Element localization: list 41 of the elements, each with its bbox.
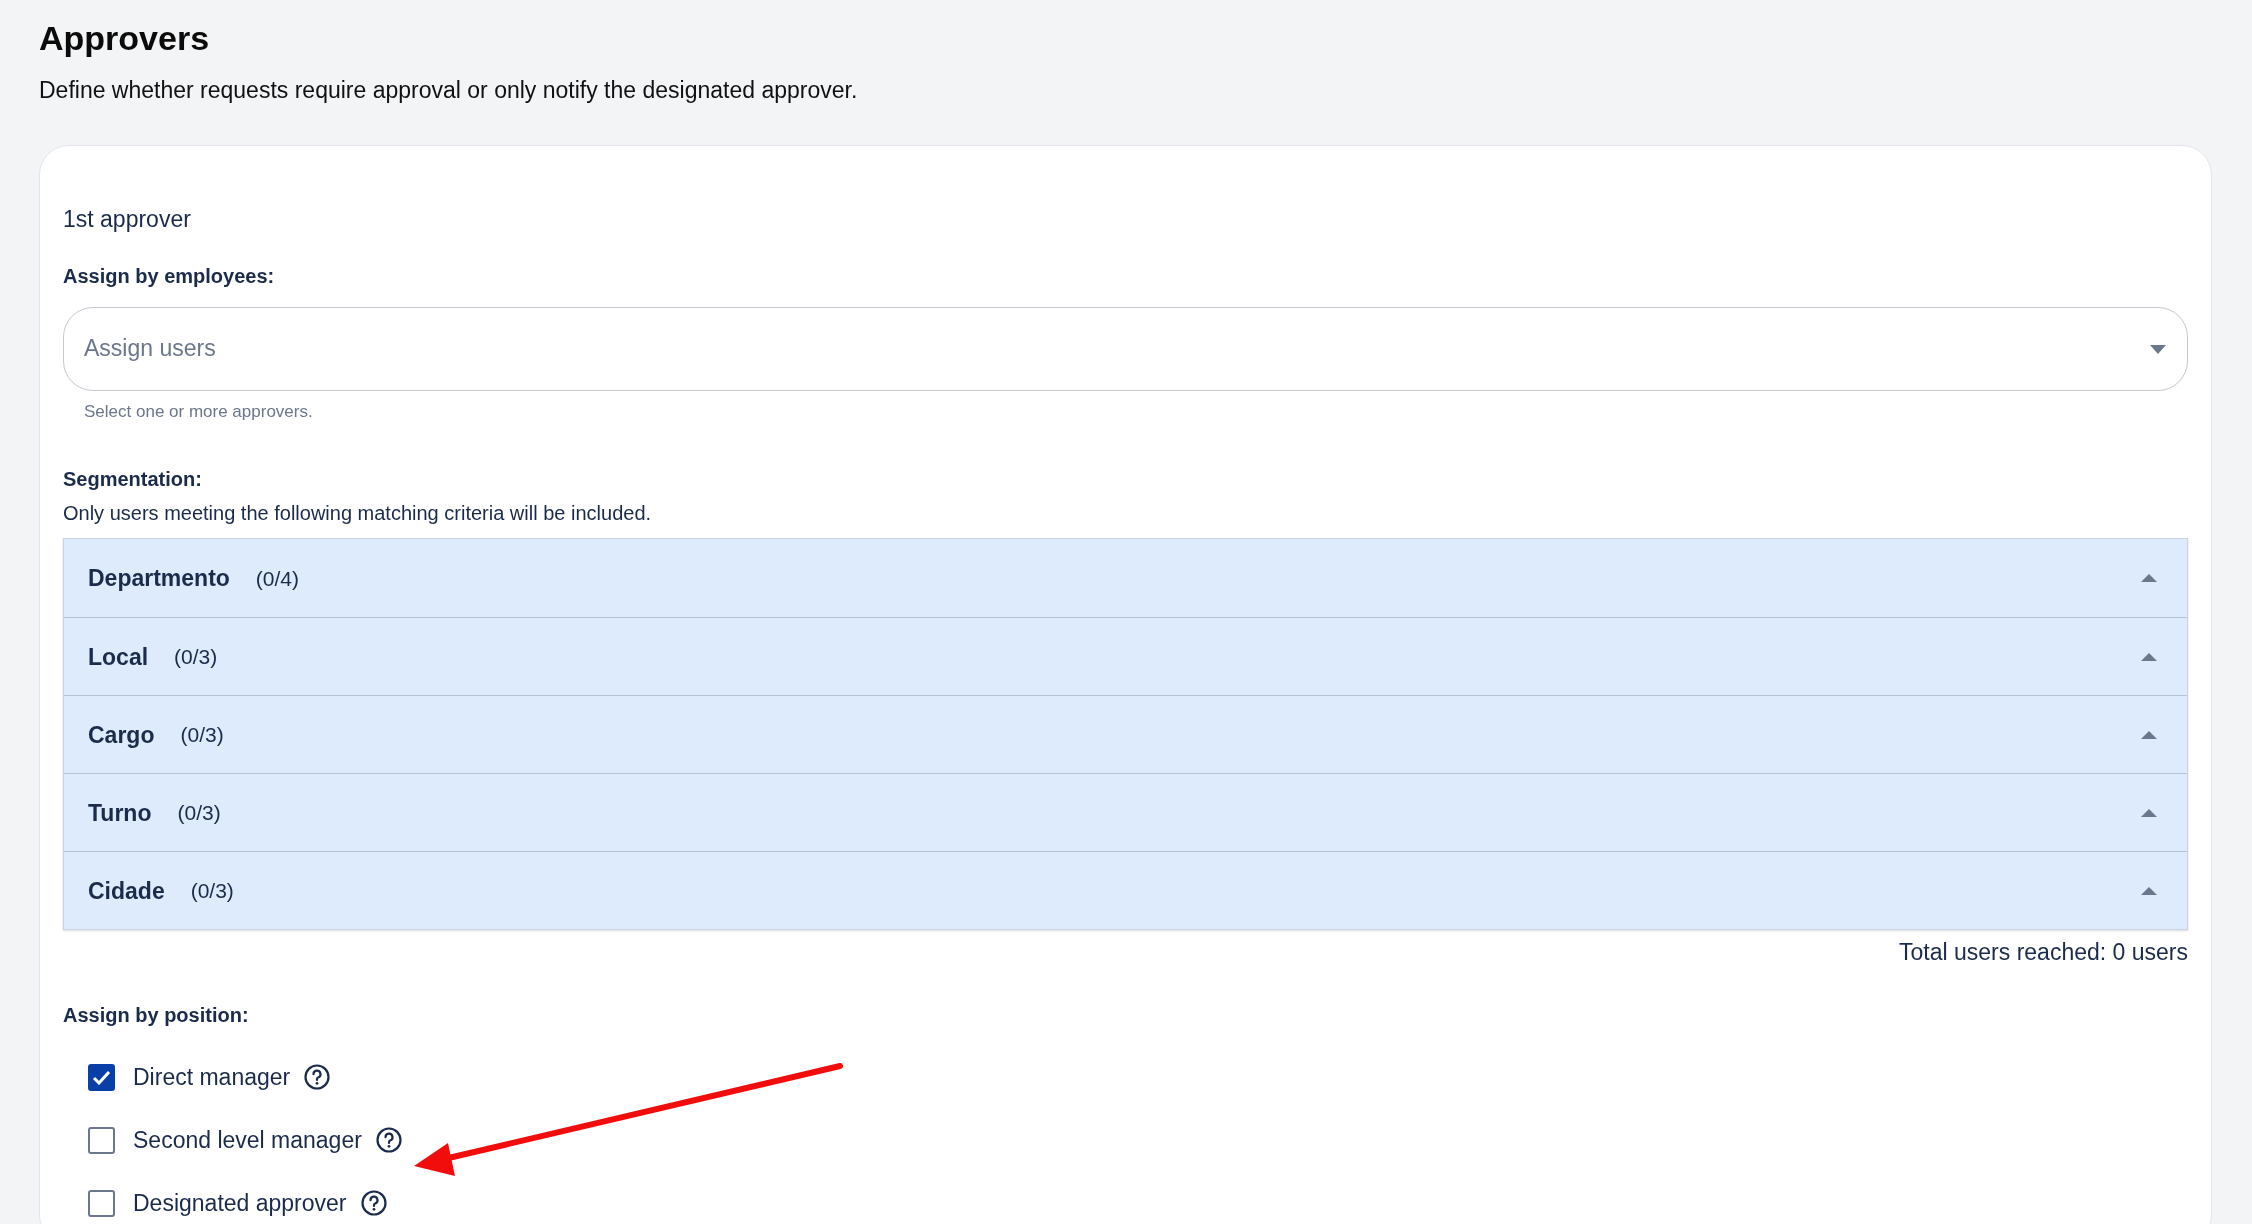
segment-header[interactable]: Turno (0/3) [64,773,2187,852]
checkbox[interactable] [88,1063,115,1091]
help-icon[interactable] [304,1064,331,1091]
caret-up-icon [2141,808,2157,817]
help-icon[interactable] [360,1190,387,1217]
segment-header[interactable]: Departmento (0/4) [64,539,2187,618]
segmentation-description: Only users meeting the following matching criteria will be included. [63,501,653,527]
total-users-text: Total users reached: 0 users [1898,938,2188,968]
segment-name: Cidade [88,876,165,906]
caret-up-icon [2141,652,2157,661]
segment-count: (0/3) [190,878,234,905]
checkmark-icon [92,1069,111,1085]
checkbox[interactable] [88,1189,115,1217]
segment-count: (0/4) [255,565,300,592]
segment-header[interactable]: Cargo (0/3) [64,695,2187,774]
help-text: Select one or more approvers. [84,400,314,423]
position-label: Assign by position: [63,1002,250,1028]
dropdown-caret-icon [2150,344,2166,354]
segmentation-label: Segmentation: [63,467,203,493]
assign-users-select[interactable]: Assign users [63,306,2188,391]
caret-up-icon [2141,730,2157,739]
caret-up-icon [2141,574,2157,583]
segment-name: Turno [88,798,152,828]
option-label: Second level manager [133,1126,362,1156]
help-icon[interactable] [375,1127,402,1154]
segment-count: (0/3) [174,644,218,671]
page-title: Approvers [39,18,211,59]
approver-title: 1st approver [63,205,192,235]
segment-header[interactable]: Cidade (0/3) [64,851,2187,930]
segment-name: Departmento [88,564,230,594]
segment-count: (0/3) [177,800,221,827]
segment-header[interactable]: Local (0/3) [64,617,2187,696]
page-description: Define whether requests require approval or only notify the designated approver. [39,75,859,105]
field-label: Assign by employees: [63,263,276,289]
segment-name: Cargo [88,720,155,750]
caret-up-icon [2141,886,2157,895]
option-label: Designated approver [133,1189,347,1219]
segment-count: (0/3) [180,722,224,749]
option-label: Direct manager [133,1063,291,1093]
checkbox[interactable] [88,1126,115,1154]
segment-name: Local [88,642,149,672]
